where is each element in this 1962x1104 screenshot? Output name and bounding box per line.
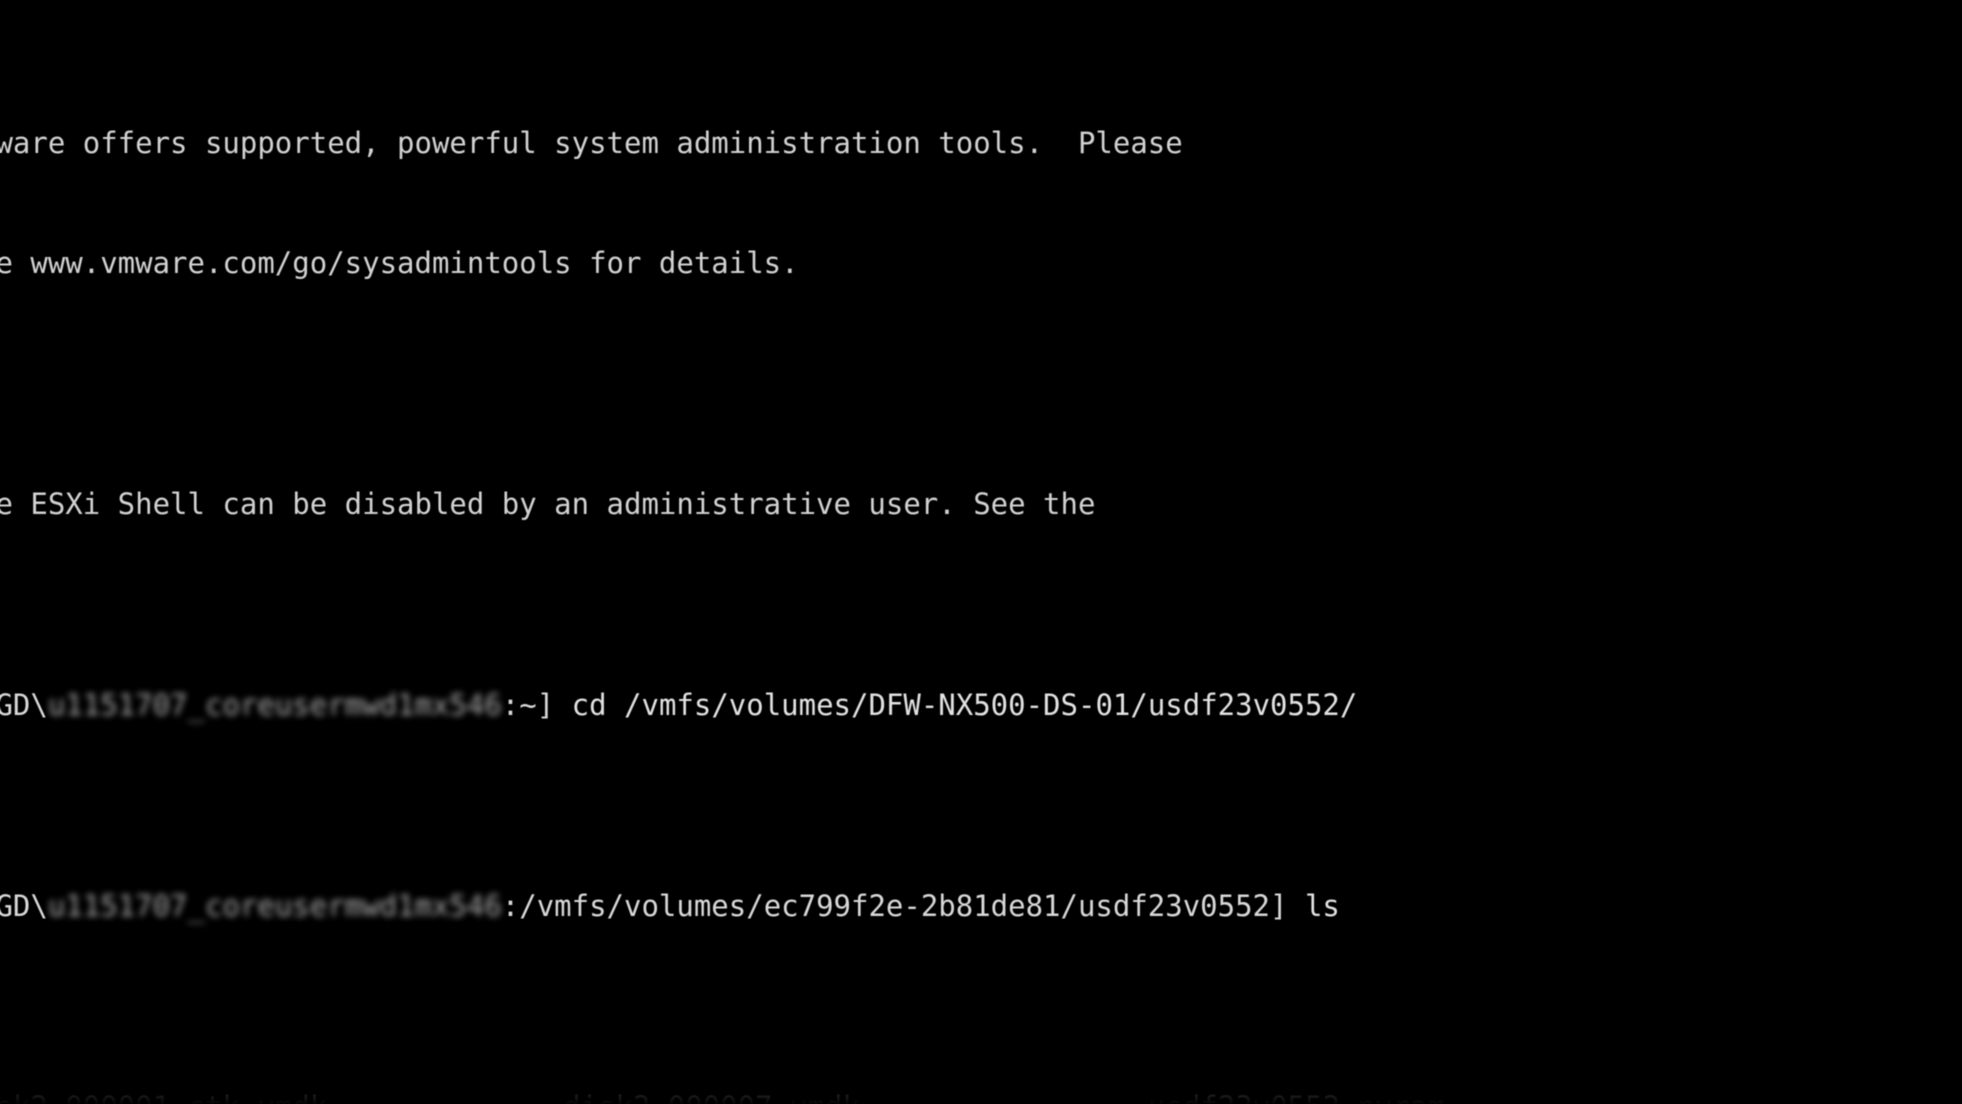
ls-file-entry: usdf23v0552.nvram (1148, 1087, 1445, 1104)
banner-blank-line (0, 364, 1962, 404)
prompt-line-ls[interactable]: MGD\u1151707_coreusermwd1mx546:/vmfs/vol… (0, 886, 1962, 926)
ls-file-entry: disk2-000007.vmdk (563, 1087, 860, 1104)
command-ls-text: ls (1304, 889, 1340, 924)
command-cd-text: cd /vmfs/volumes/DFW-NX500-DS-01/usdf23v… (571, 688, 1358, 723)
prompt-path-2: :/vmfs/volumes/ec799f2e-2b81de81/usdf23v… (501, 889, 1288, 924)
banner-line-2: ee www.vmware.com/go/sysadmintools for d… (0, 246, 799, 281)
cmd-space-2 (1287, 889, 1304, 923)
prompt-username-redacted-2: u1151707_coreusermwd1mx546 (47, 889, 502, 924)
ls-file-entry: isk2-000001-ctk.vmdk (0, 1087, 327, 1104)
prompt-host-prefix: MGD\ (0, 688, 48, 723)
prompt-host-prefix-2: MGD\ (0, 889, 48, 924)
prompt-path-1: :~] (501, 688, 555, 723)
banner-line-1: Mware offers supported, powerful system … (0, 125, 1183, 160)
command-cd (554, 688, 571, 722)
banner-line-4: ne ESXi Shell can be disabled by an admi… (0, 487, 1096, 522)
prompt-line-cd[interactable]: MGD\u1151707_coreusermwd1mx546:~] cd /vm… (0, 685, 1962, 725)
prompt-username-redacted: u1151707_coreusermwd1mx546 (47, 688, 502, 723)
terminal-text-buffer[interactable]: Mware offers supported, powerful system … (0, 2, 1962, 1104)
ls-output-grid: isk2-000001-ctk.vmdk disk2-000007.vmdk usd… (0, 1087, 1962, 1104)
terminal-screen[interactable]: Mware offers supported, powerful system … (0, 0, 1962, 1104)
ls-row: isk2-000001-ctk.vmdk disk2-000007.vmdk usd… (0, 1087, 1962, 1104)
